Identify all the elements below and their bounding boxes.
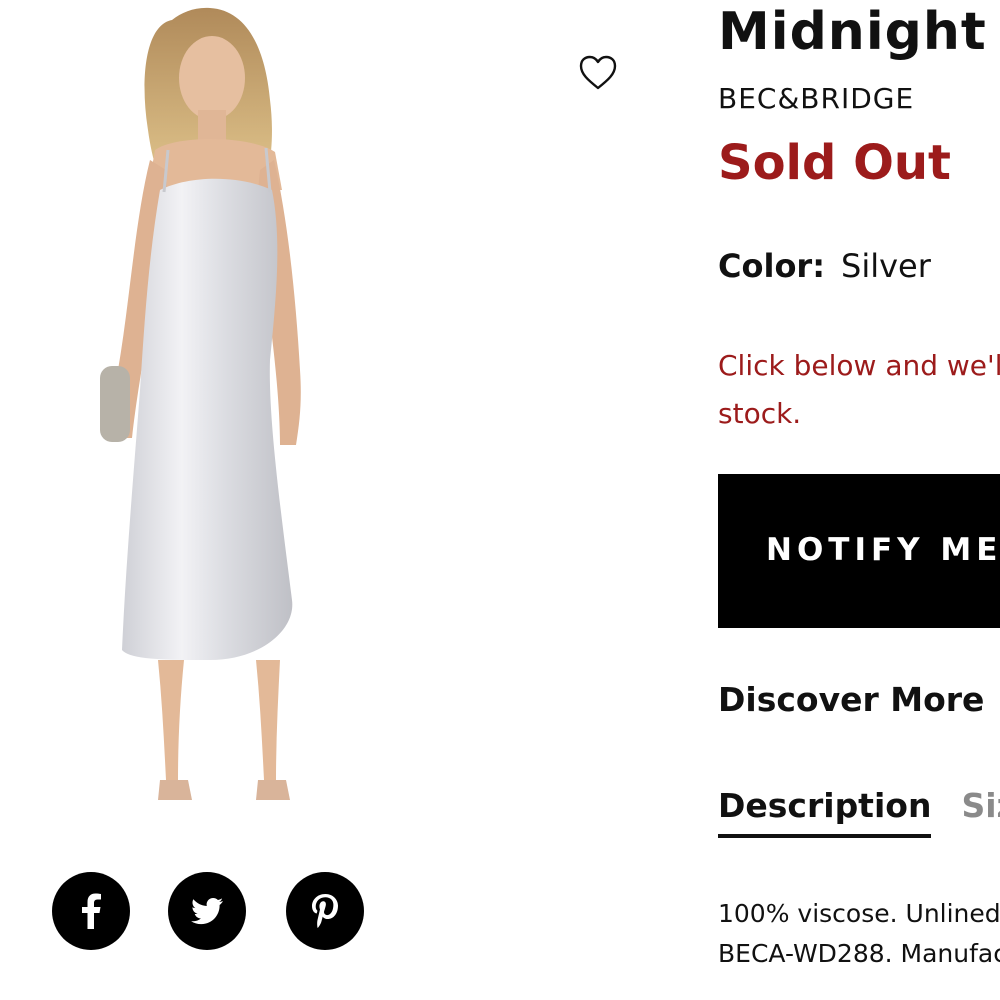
- facebook-icon: [82, 893, 101, 929]
- sold-out-status: Sold Out: [718, 135, 951, 191]
- product-details: Midnight Hour Slip Dress BEC&BRIDGE Sold…: [718, 0, 1000, 1000]
- pinterest-icon: [312, 894, 338, 928]
- notify-message-line-1: Click below and we'll notify you when th…: [718, 349, 1000, 382]
- share-twitter-button[interactable]: [168, 872, 246, 950]
- product-page: Midnight Hour Slip Dress BEC&BRIDGE Sold…: [0, 0, 1000, 1000]
- share-facebook-button[interactable]: [52, 872, 130, 950]
- twitter-icon: [191, 898, 223, 925]
- share-pinterest-button[interactable]: [286, 872, 364, 950]
- notify-me-button-label: NOTIFY ME: [766, 532, 1000, 568]
- color-value: Silver: [841, 247, 931, 285]
- brand-link[interactable]: BEC&BRIDGE: [718, 82, 914, 116]
- product-info-tabs: Description Size & Fit: [718, 784, 1000, 840]
- notify-message: Click below and we'll notify you when th…: [718, 342, 1000, 438]
- notify-message-line-2: stock.: [718, 397, 802, 430]
- notify-me-button[interactable]: NOTIFY ME: [718, 474, 1000, 628]
- color-row: Color: Silver: [718, 246, 931, 286]
- discover-more-link[interactable]: Discover More: [718, 678, 984, 722]
- wishlist-heart-icon[interactable]: [578, 54, 618, 92]
- product-photo-illustration: [100, 7, 301, 800]
- color-label: Color:: [718, 247, 825, 285]
- description-line-2: BECA-WD288. Manufacturer Style No.: [718, 939, 1000, 968]
- tab-description[interactable]: Description: [718, 784, 932, 838]
- tab-size-fit[interactable]: Size & Fit: [961, 784, 1000, 828]
- product-title: Midnight Hour Slip Dress: [718, 2, 1000, 62]
- product-image[interactable]: [60, 0, 350, 820]
- description-line-1: 100% viscose. Unlined. Adjustable should…: [718, 899, 1000, 928]
- description-text: 100% viscose. Unlined. Adjustable should…: [718, 894, 1000, 974]
